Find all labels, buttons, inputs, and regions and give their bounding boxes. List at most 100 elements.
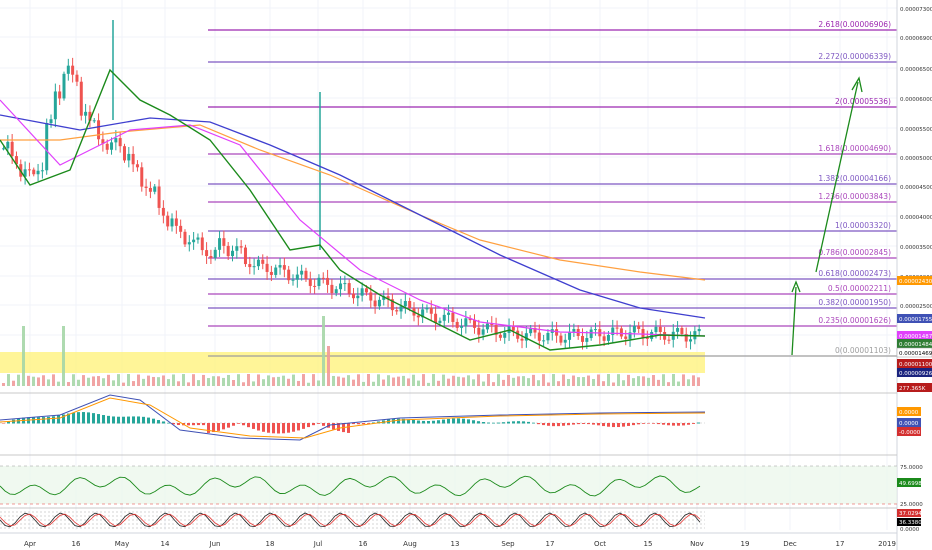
candle-body [304, 270, 308, 279]
candle-body [442, 314, 446, 321]
candle-body [330, 284, 334, 294]
macd-histogram-bar [272, 423, 275, 434]
volume-bar [507, 375, 510, 386]
volume-bar [492, 382, 495, 386]
macd-histogram-bar [307, 423, 310, 428]
macd-histogram-bar [227, 423, 230, 428]
volume-bar [477, 374, 480, 386]
volume-bar [417, 380, 420, 386]
price-badge-label: 0.00001755 [899, 317, 932, 323]
volume-bar [152, 376, 155, 386]
macd-histogram-bar [317, 423, 320, 424]
macd-histogram-bar [452, 418, 455, 424]
candle-body [153, 186, 157, 192]
macd-histogram-bar [132, 416, 135, 424]
macd-histogram-bar [462, 418, 465, 424]
volume-bar [622, 380, 625, 386]
volume-bar [162, 375, 165, 386]
price-tick-label: 0.00004500 [900, 185, 932, 191]
candle-body [403, 301, 407, 307]
price-badge-label: 0.00000926 [899, 371, 932, 377]
macd-histogram-bar [622, 423, 625, 427]
macd-histogram-bar [632, 423, 635, 426]
macd-histogram-bar [142, 416, 145, 424]
volume-bar [177, 381, 180, 386]
volume-bar [197, 380, 200, 386]
macd-histogram-bar [157, 420, 160, 424]
volume-bar [337, 376, 340, 386]
volume-bar [572, 375, 575, 386]
macd-histogram-bar [577, 423, 580, 425]
volume-bar [397, 376, 400, 386]
fib-level-label: 0.786(0.00002845) [818, 248, 891, 257]
candle-body [92, 120, 96, 122]
volume-bar [137, 374, 140, 386]
candle-body [464, 318, 468, 327]
candle-body [593, 329, 597, 331]
time-tick-label: 18 [266, 540, 275, 548]
volume-bar [352, 379, 355, 386]
time-tick-label: Jun [209, 540, 221, 548]
candle-body [663, 331, 667, 340]
volume-bar [42, 375, 45, 386]
candle-body [36, 170, 40, 175]
macd-histogram-bar [147, 417, 150, 424]
candle-body [438, 320, 442, 323]
candle-body [27, 169, 31, 171]
macd-histogram-bar [257, 423, 260, 431]
price-tick-label: 0.00004000 [900, 215, 932, 221]
candle-body [105, 143, 109, 150]
volume-bar [342, 377, 345, 386]
volume-bar [287, 378, 290, 386]
price-tick-label: 0.00003500 [900, 245, 932, 251]
volume-bar [132, 381, 135, 386]
macd-histogram-bar [472, 420, 475, 424]
candle-body [282, 265, 286, 270]
volume-bar [437, 380, 440, 386]
volume-bar [657, 379, 660, 386]
volume-bar [677, 381, 680, 386]
macd-histogram-bar [457, 418, 460, 424]
macd-histogram-bar [397, 418, 400, 424]
macd-histogram-bar [572, 423, 575, 425]
candle-body [243, 247, 247, 265]
macd-histogram-bar [667, 423, 670, 426]
volume-bar [537, 380, 540, 386]
macd-histogram-bar [552, 423, 555, 427]
macd-histogram-bar [222, 423, 225, 430]
candle-body [118, 138, 122, 147]
stoch-axis-label: 0.0000 [900, 527, 920, 533]
macd-histogram-bar [522, 421, 525, 424]
fib-level-label: 0.5(0.00002211) [828, 284, 891, 293]
volume-bar [667, 382, 670, 386]
volume-bar [27, 375, 30, 386]
macd-histogram-bar [482, 422, 485, 424]
candle-body [84, 111, 88, 116]
volume-bar [172, 374, 175, 386]
trading-chart[interactable]: 2.618(0.00006906) 2.272(0.00006339) 2(0.00… [0, 0, 932, 550]
macd-histogram-bar [197, 423, 200, 426]
macd-histogram-bar [512, 421, 515, 424]
macd-histogram-bar [562, 423, 565, 426]
candle-body [641, 328, 645, 338]
candle-body [222, 238, 226, 246]
macd-histogram-bar [507, 421, 510, 424]
volume-bar [587, 375, 590, 386]
macd-histogram-bar [647, 423, 650, 424]
price-tick-label: 0.00006500 [900, 67, 932, 73]
volume-bar [247, 374, 250, 386]
candle-body [135, 164, 139, 168]
volume-bar [422, 374, 425, 386]
volume-bar [207, 378, 210, 386]
price-tick-label: 0.00005500 [900, 127, 932, 133]
time-tick-label: 13 [451, 540, 460, 548]
volume-bar [372, 381, 375, 386]
candle-body [364, 288, 368, 293]
candle-body [676, 328, 680, 332]
candle-body [269, 271, 273, 275]
volume-bar [617, 374, 620, 386]
candle-body [520, 338, 524, 341]
macd-histogram-bar [502, 422, 505, 424]
volume-bar [357, 374, 360, 386]
macd-histogram-bar [217, 423, 220, 431]
